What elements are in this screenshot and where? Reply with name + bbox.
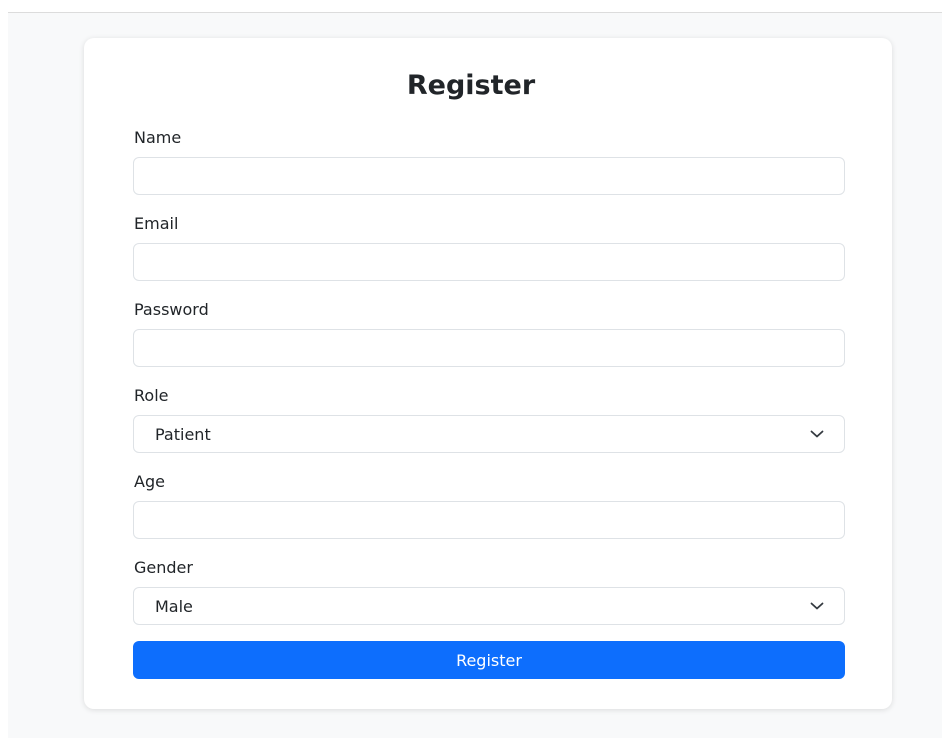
role-label: Role xyxy=(134,386,169,405)
page-title: Register xyxy=(406,70,536,101)
gender-label: Gender xyxy=(134,558,193,577)
name-input[interactable] xyxy=(133,157,845,195)
age-input[interactable] xyxy=(133,501,845,539)
age-label: Age xyxy=(134,472,165,491)
password-label: Password xyxy=(134,300,209,319)
chevron-down-icon xyxy=(810,602,824,610)
role-selected-value: Patient xyxy=(155,424,211,444)
register-button[interactable]: Register xyxy=(133,641,845,679)
role-select[interactable]: Patient xyxy=(133,415,845,453)
gender-selected-value: Male xyxy=(155,596,193,616)
email-input[interactable] xyxy=(133,243,845,281)
password-input[interactable] xyxy=(133,329,845,367)
gender-select[interactable]: Male xyxy=(133,587,845,625)
name-label: Name xyxy=(134,128,182,147)
chevron-down-icon xyxy=(810,430,824,438)
email-label: Email xyxy=(134,214,179,233)
